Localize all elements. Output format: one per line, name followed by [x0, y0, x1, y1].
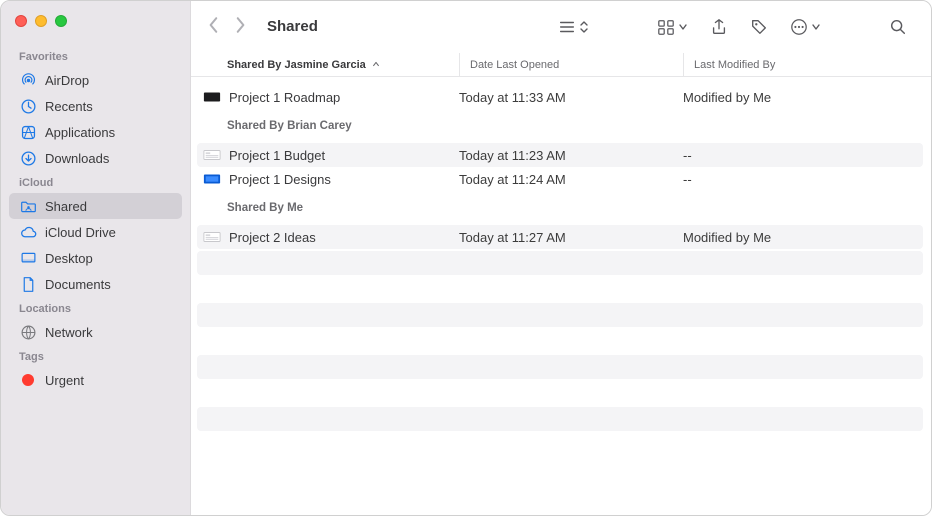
sort-ascending-icon [372, 59, 380, 71]
dot-red-icon [19, 371, 37, 389]
file-name: Project 1 Budget [229, 148, 325, 163]
empty-row [197, 329, 923, 353]
desktop-icon [19, 249, 37, 267]
file-icon [203, 90, 221, 104]
sidebar-item-urgent[interactable]: Urgent [1, 367, 190, 393]
sidebar-item-label: AirDrop [45, 73, 89, 88]
close-button[interactable] [15, 15, 27, 27]
sidebar-item-airdrop[interactable]: AirDrop [1, 67, 190, 93]
file-date: Today at 11:33 AM [459, 90, 683, 105]
forward-button[interactable] [233, 16, 247, 37]
more-button[interactable] [782, 13, 829, 41]
file-name: Project 1 Designs [229, 172, 331, 187]
file-modified-by: Modified by Me [683, 90, 931, 105]
globe-icon [19, 323, 37, 341]
group-header: Shared By Brian Carey [191, 109, 931, 143]
toolbar: Shared [191, 1, 931, 53]
sidebar-item-label: Applications [45, 125, 115, 140]
column-label: Shared By Jasmine Garcia [227, 59, 366, 71]
file-modified-by: -- [683, 172, 931, 187]
empty-row [197, 355, 923, 379]
sidebar-section-header: Favorites [1, 45, 190, 67]
file-date: Today at 11:27 AM [459, 230, 683, 245]
file-name: Project 2 Ideas [229, 230, 316, 245]
download-icon [19, 149, 37, 167]
share-button[interactable] [702, 13, 736, 41]
empty-row [197, 381, 923, 405]
file-icon [203, 172, 221, 186]
sidebar-item-downloads[interactable]: Downloads [1, 145, 190, 171]
sidebar-item-label: Network [45, 325, 93, 340]
file-row[interactable]: Project 1 Designs Today at 11:24 AM-- [191, 167, 931, 191]
shared-folder-icon [19, 197, 37, 215]
sidebar-item-label: Downloads [45, 151, 109, 166]
file-date: Today at 11:24 AM [459, 172, 683, 187]
file-date: Today at 11:23 AM [459, 148, 683, 163]
file-modified-by: Modified by Me [683, 230, 923, 245]
file-list: Project 1 RoadmapToday at 11:33 AMModifi… [191, 77, 931, 515]
empty-row [197, 433, 923, 457]
file-row[interactable]: Project 1 Roadmap Today at 11:33 AMModifi… [191, 85, 931, 109]
cloud-icon [19, 223, 37, 241]
apps-icon [19, 123, 37, 141]
zoom-button[interactable] [55, 15, 67, 27]
search-button[interactable] [881, 13, 915, 41]
sidebar-item-label: Desktop [45, 251, 93, 266]
empty-row [197, 303, 923, 327]
column-last-modified-by[interactable]: Last Modified By [683, 53, 931, 76]
column-headers: Shared By Jasmine Garcia Date Last Opene… [191, 53, 931, 77]
sidebar-item-label: iCloud Drive [45, 225, 116, 240]
sidebar-item-network[interactable]: Network [1, 319, 190, 345]
sidebar-section-header: iCloud [1, 171, 190, 193]
sidebar-section-header: Locations [1, 297, 190, 319]
window-controls [1, 11, 190, 45]
sidebar-item-icloud-drive[interactable]: iCloud Drive [1, 219, 190, 245]
empty-row [197, 407, 923, 431]
file-icon [203, 148, 221, 162]
sidebar-item-label: Shared [45, 199, 87, 214]
tags-button[interactable] [742, 13, 776, 41]
sidebar-item-label: Urgent [45, 373, 84, 388]
window-title: Shared [267, 18, 318, 35]
sidebar-item-recents[interactable]: Recents [1, 93, 190, 119]
group-header: Shared By Me [191, 191, 931, 225]
finder-window: Favorites AirDrop Recents Applications Downl… [0, 0, 932, 516]
sidebar-item-applications[interactable]: Applications [1, 119, 190, 145]
file-row[interactable]: Project 1 Budget Today at 11:23 AM-- [197, 143, 923, 167]
clock-icon [19, 97, 37, 115]
doc-icon [19, 275, 37, 293]
sidebar-item-desktop[interactable]: Desktop [1, 245, 190, 271]
minimize-button[interactable] [35, 15, 47, 27]
column-date-opened[interactable]: Date Last Opened [459, 53, 683, 76]
back-button[interactable] [207, 16, 221, 37]
file-row[interactable]: Project 2 Ideas Today at 11:27 AMModified… [197, 225, 923, 249]
column-shared-by[interactable]: Shared By Jasmine Garcia [227, 59, 459, 71]
sidebar-item-label: Documents [45, 277, 111, 292]
file-icon [203, 230, 221, 244]
sidebar: Favorites AirDrop Recents Applications Downl… [1, 1, 191, 515]
group-by-button[interactable] [649, 13, 696, 41]
sidebar-item-label: Recents [45, 99, 93, 114]
empty-row [197, 277, 923, 301]
main-panel: Shared [191, 1, 931, 515]
sidebar-item-shared[interactable]: Shared [9, 193, 182, 219]
airdrop-icon [19, 71, 37, 89]
file-modified-by: -- [683, 148, 923, 163]
sidebar-section-header: Tags [1, 345, 190, 367]
sidebar-item-documents[interactable]: Documents [1, 271, 190, 297]
file-name: Project 1 Roadmap [229, 90, 340, 105]
empty-row [197, 251, 923, 275]
view-mode-button[interactable] [550, 13, 597, 41]
